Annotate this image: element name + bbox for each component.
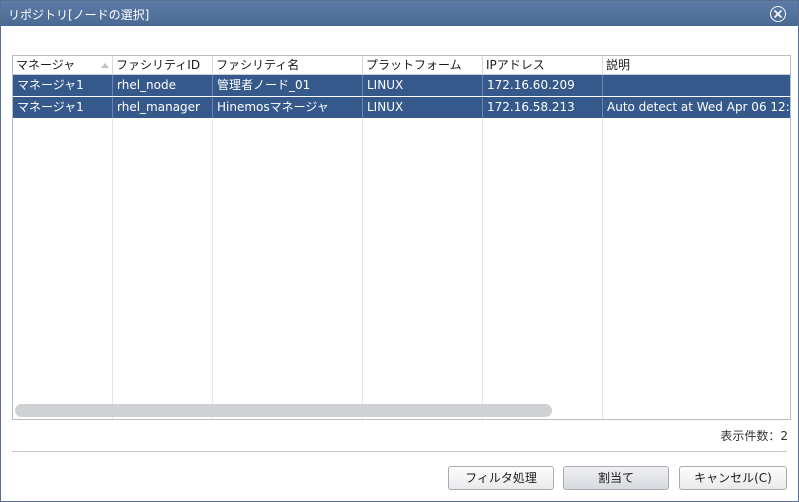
cell-facility-id: rhel_manager [113,97,213,118]
cell-manager: マネージャ1 [13,75,113,96]
assign-button[interactable]: 割当て [563,466,669,490]
column-header-description[interactable]: 説明 [603,56,790,74]
dialog-title: リポジトリ[ノードの選択] [8,8,150,22]
cell-facility-name: 管理者ノード_01 [213,75,363,96]
column-header-manager[interactable]: マネージャ [13,56,113,74]
sort-ascending-icon [101,63,109,68]
cell-facility-name: Hinemosマネージャ [213,97,363,118]
column-header-label: 説明 [606,58,631,72]
cell-platform: LINUX [363,75,483,96]
record-count: 表示件数：2 [720,429,788,443]
filter-button[interactable]: フィルタ処理 [448,466,554,490]
table-row[interactable]: マネージャ1 rhel_manager Hinemosマネージャ LINUX 1… [13,97,790,118]
column-header-platform[interactable]: プラットフォーム [363,56,483,74]
column-header-label: ファシリティ名 [216,58,300,72]
column-header-label: プラットフォーム [366,58,462,72]
close-icon [774,10,782,18]
column-header-label: マネージャ [16,58,76,72]
cell-description: Auto detect at Wed Apr 06 12: [607,100,790,114]
cell-ip-address: 172.16.58.213 [483,97,603,118]
cell-facility-id: rhel_node [113,75,213,96]
dialog-titlebar: リポジトリ[ノードの選択] [1,1,798,26]
node-select-dialog: リポジトリ[ノードの選択] マネージャ ファシリティID ファシリティ名 プラッ… [0,0,799,502]
cell-ip-address: 172.16.60.209 [483,75,603,96]
table-row[interactable]: マネージャ1 rhel_node 管理者ノード_01 LINUX 172.16.… [13,75,790,96]
horizontal-scrollbar[interactable] [15,404,552,417]
column-header-facility-id[interactable]: ファシリティID [113,56,213,74]
column-header-label: IPアドレス [486,58,545,72]
cell-description [603,75,790,96]
table-header: マネージャ ファシリティID ファシリティ名 プラットフォーム IPアドレス 説… [13,56,790,75]
node-table: マネージャ ファシリティID ファシリティ名 プラットフォーム IPアドレス 説… [12,55,791,420]
column-header-label: ファシリティID [116,58,201,72]
footer-separator [12,451,787,452]
cancel-button[interactable]: キャンセル(C) [679,466,787,490]
column-header-ip-address[interactable]: IPアドレス [483,56,603,74]
cell-manager: マネージャ1 [13,97,113,118]
column-header-facility-name[interactable]: ファシリティ名 [213,56,363,74]
cell-platform: LINUX [363,97,483,118]
close-button[interactable] [770,6,786,22]
